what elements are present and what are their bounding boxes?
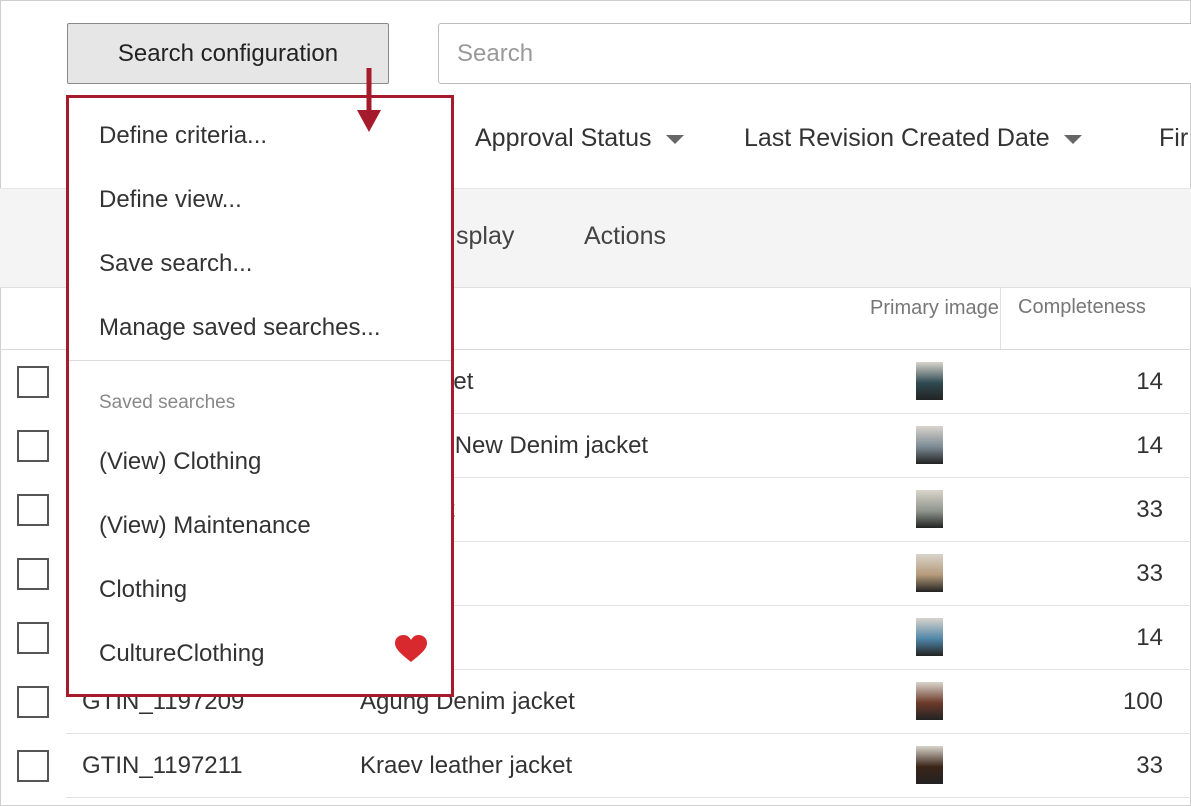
column-header-primary-image[interactable]: Primary image xyxy=(853,288,1001,350)
product-thumbnail[interactable] xyxy=(916,682,943,720)
cell-completeness: 33 xyxy=(1136,752,1163,779)
product-thumbnail[interactable] xyxy=(916,362,943,400)
column-header-completeness[interactable]: Completeness xyxy=(1001,288,1191,350)
caret-down-icon xyxy=(665,134,684,144)
saved-search-view-clothing[interactable]: (View) Clothing xyxy=(99,448,261,476)
row-checkbox[interactable] xyxy=(17,366,49,398)
saved-search-clothing[interactable]: Clothing xyxy=(99,576,187,604)
product-thumbnail[interactable] xyxy=(916,618,943,656)
menu-item-save-search[interactable]: Save search... xyxy=(99,250,252,278)
search-configuration-menu: Define criteria... Define view... Save s… xyxy=(66,95,454,697)
cell-completeness: 33 xyxy=(1136,496,1163,523)
row-checkbox[interactable] xyxy=(17,622,49,654)
cell-completeness: 14 xyxy=(1136,368,1163,395)
product-thumbnail[interactable] xyxy=(916,490,943,528)
saved-search-view-maintenance[interactable]: (View) Maintenance xyxy=(99,512,311,540)
row-checkbox[interactable] xyxy=(17,494,49,526)
filter-approval-status[interactable]: Approval Status xyxy=(475,124,684,153)
menu-item-define-criteria[interactable]: Define criteria... xyxy=(99,122,267,150)
cell-product-name[interactable]: Kraev leather jacket xyxy=(360,752,572,780)
filter-label: Last Revision Created Date xyxy=(744,124,1050,152)
product-thumbnail[interactable] xyxy=(916,426,943,464)
cell-gtin: GTIN_1197211 xyxy=(82,752,243,779)
search-configuration-button[interactable]: Search configuration xyxy=(67,23,389,84)
filter-last-revision-created-date[interactable]: Last Revision Created Date xyxy=(744,124,1082,153)
product-thumbnail[interactable] xyxy=(916,554,943,592)
saved-searches-heading: Saved searches xyxy=(99,392,236,413)
menu-item-manage-saved-searches[interactable]: Manage saved searches... xyxy=(99,314,381,342)
filter-truncated[interactable]: Fir xyxy=(1159,124,1188,153)
filter-label: Approval Status xyxy=(475,124,652,152)
search-input[interactable]: Search xyxy=(438,23,1191,84)
row-checkbox[interactable] xyxy=(17,430,49,462)
row-divider xyxy=(66,797,1191,798)
saved-search-cultureclothing[interactable]: CultureClothing xyxy=(99,640,264,668)
table-row[interactable]: GTIN_1197211 Kraev leather jacket 33 xyxy=(0,734,1191,798)
cell-completeness: 14 xyxy=(1136,624,1163,651)
menu-divider xyxy=(69,360,451,361)
row-checkbox[interactable] xyxy=(17,686,49,718)
menu-item-define-view[interactable]: Define view... xyxy=(99,186,242,214)
row-checkbox[interactable] xyxy=(17,750,49,782)
heart-icon[interactable] xyxy=(395,635,427,663)
caret-down-icon xyxy=(1063,134,1082,144)
arrow-down-icon xyxy=(357,68,381,132)
display-menu[interactable]: splay xyxy=(456,222,514,251)
cell-completeness: 100 xyxy=(1122,688,1163,715)
product-thumbnail[interactable] xyxy=(916,746,943,784)
cell-completeness: 14 xyxy=(1136,432,1163,459)
cell-completeness: 33 xyxy=(1136,560,1163,587)
actions-menu[interactable]: Actions xyxy=(584,222,666,251)
row-checkbox[interactable] xyxy=(17,558,49,590)
filter-label: Fir xyxy=(1159,124,1189,152)
